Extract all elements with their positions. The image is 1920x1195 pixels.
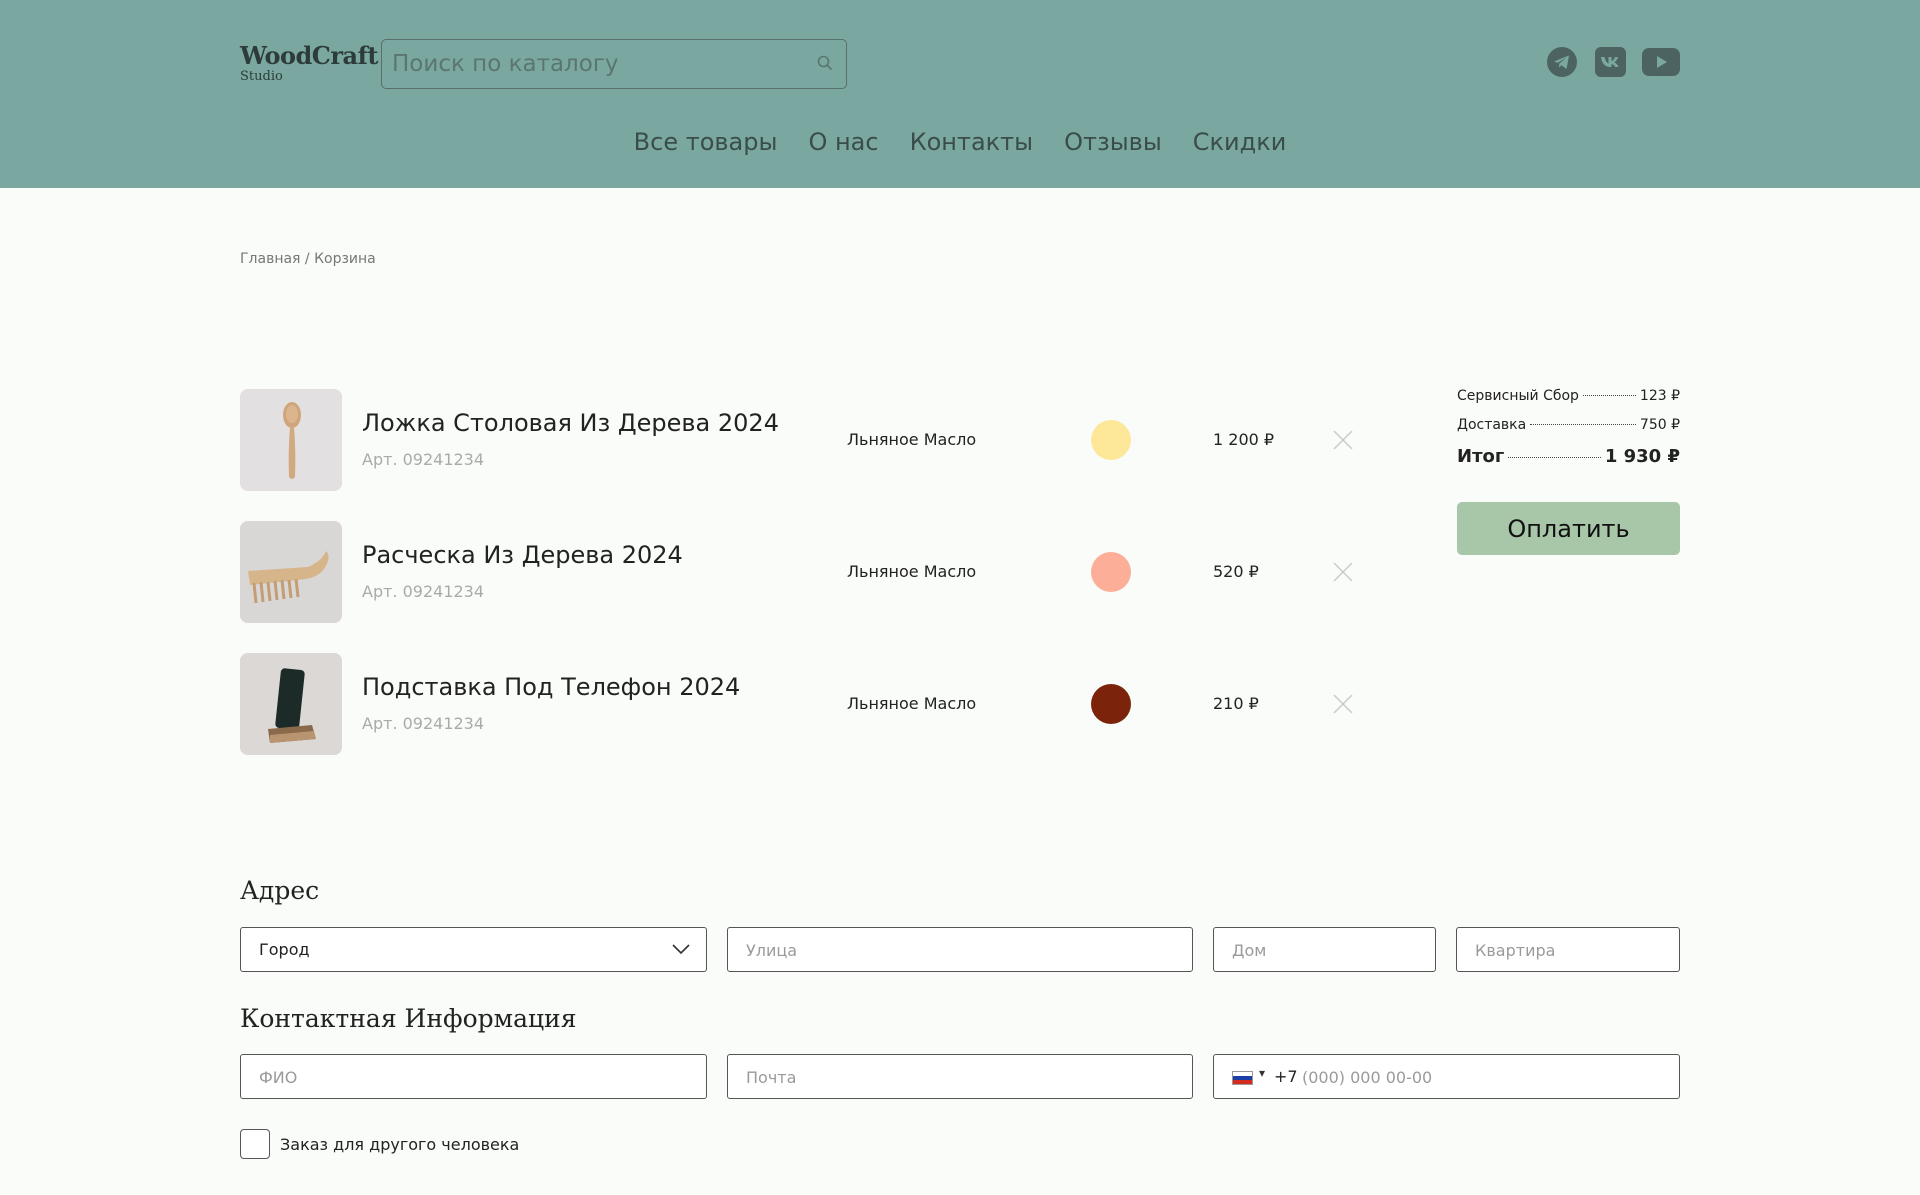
nav-contacts[interactable]: Контакты	[910, 128, 1034, 156]
social-links	[1546, 47, 1680, 77]
chevron-down-icon[interactable]	[672, 942, 690, 956]
nav-reviews[interactable]: Отзывы	[1064, 128, 1162, 156]
email-field	[727, 1054, 1193, 1099]
contact-title: Контактная Информация	[240, 1004, 577, 1033]
cart-item: Ложка Столовая Из Дерева 2024 Арт. 09241…	[240, 389, 1360, 491]
other-person-label[interactable]: Заказ для другого человека	[280, 1135, 519, 1154]
pay-button[interactable]: Оплатить	[1457, 502, 1680, 555]
product-price: 1 200 ₽	[1213, 430, 1275, 449]
product-name[interactable]: Ложка Столовая Из Дерева 2024	[362, 409, 779, 437]
street-field	[727, 927, 1193, 972]
main-nav: Все товары О нас Контакты Отзывы Скидки	[0, 128, 1920, 156]
address-title: Адрес	[240, 876, 320, 905]
phone-input[interactable]	[1302, 1065, 1652, 1089]
service-fee-label: Сервисный Сбор	[1457, 388, 1579, 404]
street-input[interactable]	[746, 938, 1174, 962]
product-finish: Льняное Масло	[847, 694, 977, 713]
remove-item-icon[interactable]	[1333, 562, 1353, 582]
service-fee-value: 123 ₽	[1639, 388, 1680, 404]
product-article: Арт. 09241234	[362, 450, 485, 469]
city-select-label: Город	[259, 940, 310, 959]
total-label: Итог	[1457, 446, 1505, 467]
delivery-label: Доставка	[1457, 417, 1527, 433]
full-name-input[interactable]	[259, 1065, 688, 1089]
color-swatch	[1091, 420, 1131, 460]
dotted-leader	[1508, 457, 1601, 458]
product-article: Арт. 09241234	[362, 582, 485, 601]
product-image-spoon[interactable]	[240, 389, 342, 491]
youtube-icon[interactable]	[1642, 47, 1680, 77]
other-person-checkbox[interactable]	[240, 1129, 270, 1159]
remove-item-icon[interactable]	[1333, 694, 1353, 714]
product-name[interactable]: Расческа Из Дерева 2024	[362, 541, 683, 569]
total-value: 1 930 ₽	[1604, 446, 1680, 467]
dotted-leader	[1582, 395, 1636, 396]
cart-item: Подставка Под Телефон 2024 Арт. 09241234…	[240, 653, 1360, 755]
product-image-comb[interactable]	[240, 521, 342, 623]
product-price: 520 ₽	[1213, 562, 1259, 581]
search-box	[381, 39, 847, 89]
logo[interactable]: WoodCraft Studio	[240, 41, 379, 84]
telegram-icon[interactable]	[1546, 47, 1578, 77]
dotted-leader	[1530, 424, 1636, 425]
email-input[interactable]	[746, 1065, 1174, 1089]
house-input[interactable]	[1232, 938, 1417, 962]
search-icon[interactable]	[816, 54, 834, 72]
product-article: Арт. 09241234	[362, 714, 485, 733]
vk-icon[interactable]	[1594, 47, 1626, 77]
product-finish: Льняное Масло	[847, 562, 977, 581]
caret-down-icon[interactable]: ▾	[1259, 1066, 1265, 1080]
apartment-input[interactable]	[1475, 938, 1661, 962]
cart-item: Расческа Из Дерева 2024 Арт. 09241234 Ль…	[240, 521, 1360, 623]
product-name[interactable]: Подставка Под Телефон 2024	[362, 673, 740, 701]
russia-flag-icon[interactable]	[1232, 1071, 1253, 1085]
nav-about[interactable]: О нас	[808, 128, 878, 156]
logo-main-text: WoodCraft	[240, 41, 379, 70]
remove-item-icon[interactable]	[1333, 430, 1353, 450]
house-field	[1213, 927, 1436, 972]
color-swatch	[1091, 684, 1131, 724]
product-price: 210 ₽	[1213, 694, 1259, 713]
nav-discounts[interactable]: Скидки	[1193, 128, 1287, 156]
phone-country-code: +7	[1274, 1067, 1298, 1086]
full-name-field	[240, 1054, 707, 1099]
search-input[interactable]	[392, 48, 802, 80]
city-select[interactable]: Город	[240, 927, 707, 972]
site-header: WoodCraft Studio Поиск по каталогу Все т…	[0, 0, 1920, 188]
color-swatch	[1091, 552, 1131, 592]
product-image-phone-stand[interactable]	[240, 653, 342, 755]
product-finish: Льняное Масло	[847, 430, 977, 449]
service-fee-line: Сервисный Сбор 123 ₽	[1457, 388, 1680, 417]
phone-field: ▾ +7	[1213, 1054, 1680, 1099]
apartment-field	[1456, 927, 1680, 972]
logo-sub-text: Studio	[240, 69, 283, 84]
nav-all-products[interactable]: Все товары	[634, 128, 778, 156]
total-line: Итог 1 930 ₽	[1457, 446, 1680, 480]
order-summary: Сервисный Сбор 123 ₽ Доставка 750 ₽ Итог…	[1457, 388, 1680, 480]
delivery-line: Доставка 750 ₽	[1457, 417, 1680, 446]
delivery-value: 750 ₽	[1639, 417, 1680, 433]
breadcrumb[interactable]: Главная / Корзина	[240, 251, 376, 267]
